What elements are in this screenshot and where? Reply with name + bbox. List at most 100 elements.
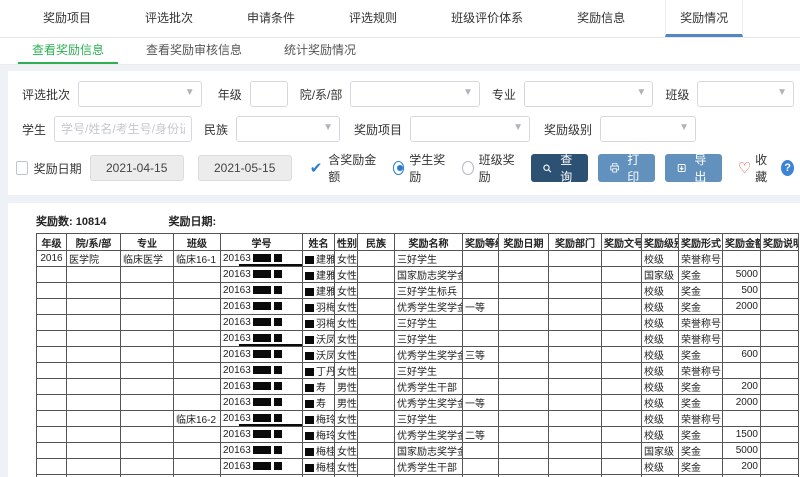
- include-amount-label: 含奖励金额: [328, 151, 376, 185]
- column-header: 奖励级别: [642, 234, 679, 251]
- table-cell: 优秀学生奖学金: [395, 427, 463, 443]
- table-cell: [463, 331, 499, 347]
- table-row[interactable]: 20163梅桂女性国家励志奖学金国家级奖金5000: [37, 443, 799, 459]
- table-cell: 校级: [642, 315, 679, 331]
- student-name-cell: 梅玲: [303, 427, 335, 443]
- table-row[interactable]: 20163羽梅女性三好学生校级荣誉称号: [37, 315, 799, 331]
- ethnic-label: 民族: [204, 121, 228, 138]
- column-header: 姓名: [303, 234, 335, 251]
- table-cell: [602, 459, 642, 475]
- favorite-button[interactable]: ♡ 收藏: [738, 151, 771, 185]
- column-header: 专业: [121, 234, 174, 251]
- table-cell: [358, 331, 395, 347]
- award-level-select[interactable]: ▼: [600, 116, 696, 142]
- export-button[interactable]: 导出: [665, 154, 722, 182]
- class-select[interactable]: ▼: [697, 81, 794, 107]
- table-cell: [37, 315, 67, 331]
- table-cell: 男性: [335, 395, 358, 411]
- table-row[interactable]: 20163建雅女性国家励志奖学金国家级奖金5000: [37, 267, 799, 283]
- table-cell: 2000: [723, 299, 761, 315]
- favorite-label: 收藏: [755, 151, 771, 185]
- date-to-input[interactable]: [198, 155, 292, 181]
- tab-selection-batch[interactable]: 评选批次: [131, 0, 207, 37]
- student-name-cell: 建雅: [303, 251, 335, 267]
- table-cell: [549, 459, 602, 475]
- table-cell: [174, 459, 221, 475]
- student-name-cell: 羽梅: [303, 299, 335, 315]
- column-header: 奖励日期: [499, 234, 549, 251]
- award-date-checkbox[interactable]: [16, 161, 28, 175]
- table-cell: [358, 379, 395, 395]
- chevron-down-icon: ▼: [185, 87, 195, 98]
- table-cell: [602, 395, 642, 411]
- column-header: 奖励说明: [761, 234, 799, 251]
- table-row[interactable]: 20163梅桂女性优秀学生干部校级奖金200: [37, 459, 799, 475]
- table-cell: 奖金: [679, 267, 723, 283]
- major-label: 专业: [492, 86, 516, 103]
- table-cell: 奖金: [679, 443, 723, 459]
- award-count-label: 奖励数:: [36, 216, 73, 228]
- ethnic-select[interactable]: ▼: [236, 116, 340, 142]
- subtab-view-award-info[interactable]: 查看奖励信息: [18, 38, 118, 64]
- table-cell: [37, 459, 67, 475]
- table-cell: 校级: [642, 251, 679, 267]
- table-row[interactable]: 20163建雅女性三好学生标兵校级奖金500: [37, 283, 799, 299]
- help-icon[interactable]: ?: [781, 160, 794, 176]
- table-cell: [761, 331, 799, 347]
- chevron-down-icon: ▼: [636, 87, 646, 98]
- table-cell: [761, 299, 799, 315]
- award-project-select[interactable]: ▼: [410, 116, 530, 142]
- grade-input[interactable]: [250, 81, 288, 107]
- column-header: 民族: [358, 234, 395, 251]
- table-cell: [499, 459, 549, 475]
- table-row[interactable]: 20163梅玲女性优秀学生奖学金二等校级奖金1500: [37, 427, 799, 443]
- table-cell: [37, 331, 67, 347]
- table-cell: [67, 315, 121, 331]
- print-button[interactable]: 打印: [598, 154, 655, 182]
- student-award-radio[interactable]: [393, 161, 405, 175]
- chevron-down-icon: ▼: [463, 87, 473, 98]
- table-cell: [121, 427, 174, 443]
- table-row[interactable]: 临床16-220163梅玲女性三好学生校级荣誉称号: [37, 411, 799, 427]
- table-row[interactable]: 20163寿男性优秀学生奖学金一等校级奖金2000: [37, 395, 799, 411]
- tab-class-evaluation[interactable]: 班级评价体系: [437, 0, 537, 37]
- table-row[interactable]: 2016医学院临床医学临床16-120163建雅女性三好学生校级荣誉称号: [37, 251, 799, 267]
- tab-award-project[interactable]: 奖励项目: [29, 0, 105, 37]
- table-cell: 女性: [335, 443, 358, 459]
- table-cell: [499, 443, 549, 459]
- batch-select[interactable]: ▼: [78, 81, 202, 107]
- table-cell: [499, 427, 549, 443]
- student-name-cell: 丁丹: [303, 363, 335, 379]
- table-row[interactable]: 20163羽梅女性优秀学生奖学金一等校级奖金2000: [37, 299, 799, 315]
- tab-award-info[interactable]: 奖励信息: [563, 0, 639, 37]
- subtab-view-award-audit-info[interactable]: 查看奖励审核信息: [132, 38, 256, 64]
- tab-award-status[interactable]: 奖励情况: [665, 0, 743, 37]
- tab-selection-rule[interactable]: 评选规则: [335, 0, 411, 37]
- table-cell: [602, 347, 642, 363]
- table-row[interactable]: 20163寿男性优秀学生干部校级奖金200: [37, 379, 799, 395]
- table-cell: [121, 459, 174, 475]
- table-cell: [499, 411, 549, 427]
- include-amount-checkbox[interactable]: ✔: [310, 159, 323, 177]
- filter-panel: 评选批次 ▼ 年级 院/系/部 ▼ 专业 ▼ 班级 ▼ 学生 民族 ▼ 奖励项目…: [8, 71, 800, 195]
- date-from-input[interactable]: [90, 155, 184, 181]
- query-button[interactable]: 查询: [531, 154, 587, 182]
- table-row[interactable]: 20163沃凤女性优秀学生奖学金三等校级奖金600: [37, 347, 799, 363]
- column-header: 年级: [37, 234, 67, 251]
- tab-apply-condition[interactable]: 申请条件: [233, 0, 309, 37]
- table-row[interactable]: 20163沃凤女性三好学生校级荣誉称号: [37, 331, 799, 347]
- subtab-award-statistics[interactable]: 统计奖励情况: [270, 38, 370, 64]
- major-select[interactable]: ▼: [524, 81, 653, 107]
- table-cell: [174, 299, 221, 315]
- table-cell: 奖金: [679, 283, 723, 299]
- dept-select[interactable]: ▼: [350, 81, 479, 107]
- table-row[interactable]: 20163丁丹女性三好学生校级荣誉称号: [37, 363, 799, 379]
- column-header: 性别: [335, 234, 358, 251]
- table-cell: 女性: [335, 251, 358, 267]
- student-id-cell: 20163: [221, 331, 303, 347]
- column-header: 院/系/部: [67, 234, 121, 251]
- student-input[interactable]: [54, 116, 192, 142]
- table-cell: [174, 331, 221, 347]
- student-award-label: 学生奖励: [409, 151, 448, 185]
- class-award-radio[interactable]: [462, 161, 474, 175]
